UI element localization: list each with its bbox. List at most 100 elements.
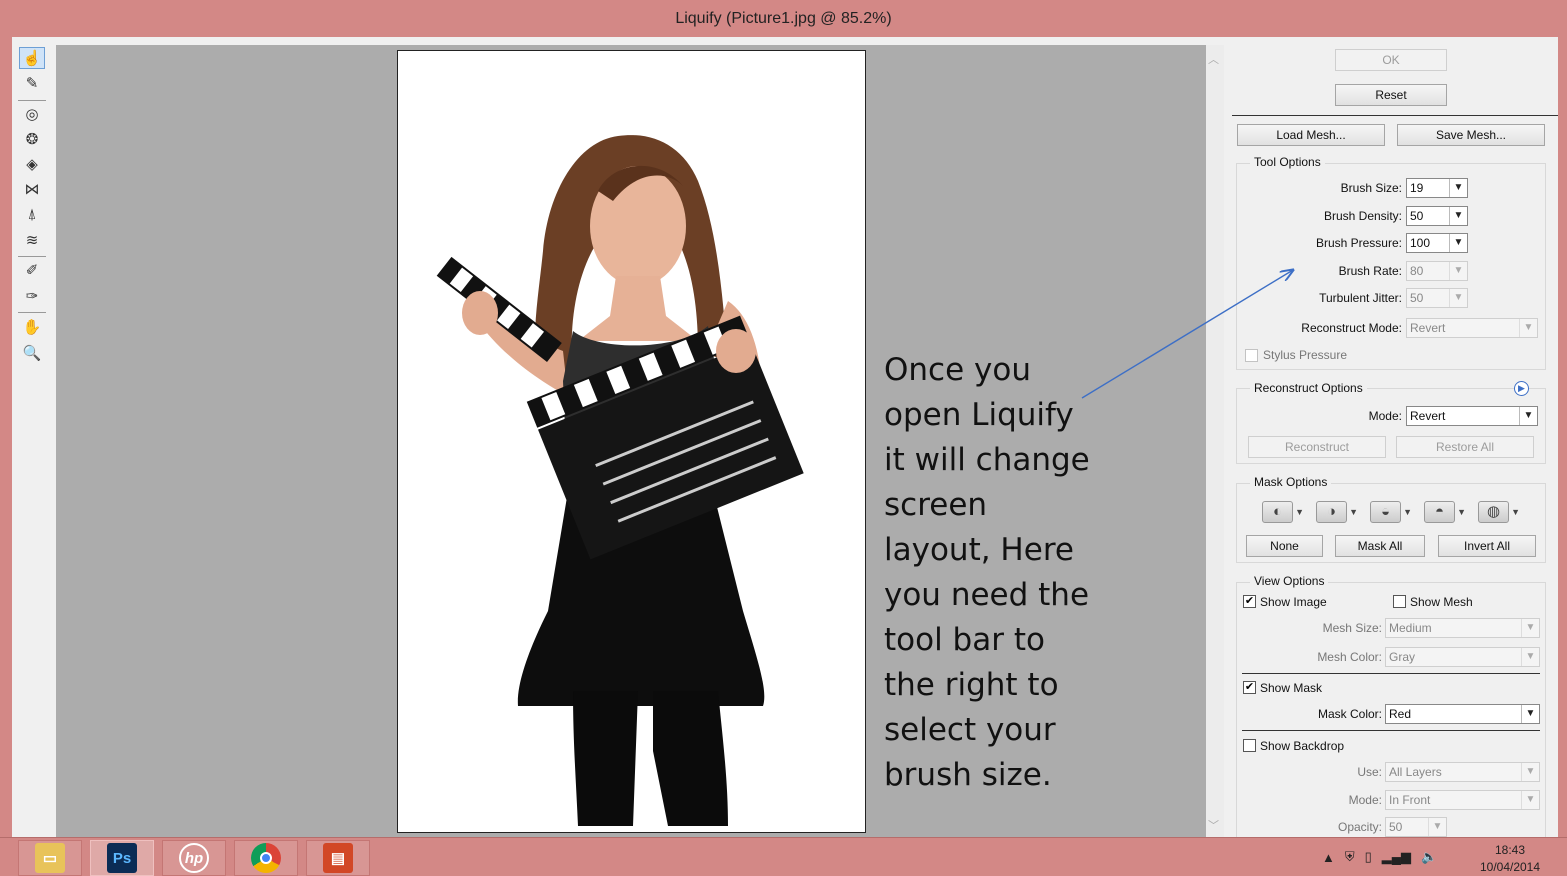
push-left-tool-icon[interactable]: ⋈	[19, 178, 45, 200]
taskbar-powerpoint[interactable]: ▤	[306, 840, 370, 876]
mask-all-button[interactable]: Mask All	[1335, 535, 1425, 557]
brush-rate-value: 80	[1410, 264, 1424, 278]
mesh-size-value: Medium	[1389, 621, 1432, 635]
chevron-down-icon[interactable]: ▼	[1449, 262, 1467, 280]
zoom-tool-icon[interactable]: 🔍	[19, 342, 45, 364]
mesh-color-select[interactable]: Gray ▼	[1385, 647, 1540, 667]
chevron-down-icon[interactable]: ▼	[1428, 818, 1446, 836]
battery-icon[interactable]: ▯	[1365, 849, 1372, 865]
windows-taskbar: ▭ Ps hp ▤ ▲ ⛨ ▯ ▂▄▆ 🔈 18:43 10/04/2014	[0, 837, 1567, 876]
toolbox-separator	[18, 100, 46, 101]
reconstruct-mode-select[interactable]: Revert ▼	[1406, 318, 1538, 338]
mask-intersect-icon: ◓	[1424, 501, 1456, 523]
backdrop-mode-label: Mode:	[1348, 793, 1382, 807]
preview-image[interactable]	[397, 50, 866, 833]
forward-warp-tool-icon[interactable]: ☝	[19, 47, 45, 69]
scroll-up-icon[interactable]: ︿	[1208, 51, 1219, 67]
chevron-down-icon[interactable]: ▼	[1449, 234, 1467, 252]
reconstruct-tool-icon[interactable]: ✎	[19, 72, 45, 94]
chevron-down-icon[interactable]: ▼	[1519, 319, 1537, 337]
show-backdrop-checkbox[interactable]	[1243, 739, 1256, 752]
turbulent-jitter-field[interactable]: 50 ▼	[1406, 288, 1468, 308]
mask-none-button[interactable]: None	[1246, 535, 1323, 557]
reset-button[interactable]: Reset	[1335, 84, 1447, 106]
intersect-mask-button[interactable]: ◓ ▼	[1424, 500, 1466, 524]
taskbar-photoshop[interactable]: Ps	[90, 840, 154, 876]
hand-tool-icon[interactable]: ✋	[19, 316, 45, 338]
chevron-down-icon[interactable]: ▼	[1449, 179, 1467, 197]
brush-pressure-label: Brush Pressure:	[1315, 236, 1402, 250]
restore-all-button[interactable]: Restore All	[1396, 436, 1534, 458]
options-panel: OK Reset Load Mesh... Save Mesh... Tool …	[1232, 37, 1558, 844]
liquify-toolbox: ☝ ✎ ◎ ❂ ◈ ⋈ ⍋ ≋ ✐ ✑ ✋ 🔍	[12, 37, 54, 837]
scroll-down-icon[interactable]: ﹀	[1208, 817, 1219, 833]
show-mesh-checkbox[interactable]	[1393, 595, 1406, 608]
brush-rate-field[interactable]: 80 ▼	[1406, 261, 1468, 281]
freeze-mask-tool-icon[interactable]: ✐	[19, 259, 45, 281]
bloat-tool-icon[interactable]: ◈	[19, 153, 45, 175]
network-signal-icon[interactable]: ▂▄▆	[1382, 849, 1411, 865]
use-value: All Layers	[1389, 765, 1442, 779]
chevron-down-icon: ▼	[1511, 507, 1520, 517]
brush-density-value: 50	[1410, 209, 1424, 223]
taskbar-chrome[interactable]	[234, 840, 298, 876]
subtract-from-mask-button[interactable]: ◒ ▼	[1370, 500, 1412, 524]
chevron-down-icon[interactable]: ▼	[1521, 648, 1539, 666]
clock-time: 18:43	[1494, 843, 1526, 857]
opacity-field[interactable]: 50 ▼	[1385, 817, 1447, 837]
show-hidden-icons-icon[interactable]: ▲	[1322, 850, 1335, 865]
mirror-tool-icon[interactable]: ⍋	[19, 203, 45, 225]
turbulence-tool-icon[interactable]: ≋	[19, 229, 45, 251]
pucker-tool-icon[interactable]: ❂	[19, 128, 45, 150]
chevron-down-icon[interactable]: ▼	[1449, 207, 1467, 225]
brush-density-label: Brush Density:	[1323, 209, 1402, 223]
chevron-down-icon: ▼	[1295, 507, 1304, 517]
invert-all-button[interactable]: Invert All	[1438, 535, 1536, 557]
mesh-size-select[interactable]: Medium ▼	[1385, 618, 1540, 638]
twirl-clockwise-tool-icon[interactable]: ◎	[19, 103, 45, 125]
add-to-mask-button[interactable]: ◑ ▼	[1316, 500, 1358, 524]
chevron-down-icon: ▼	[1349, 507, 1358, 517]
thaw-mask-tool-icon[interactable]: ✑	[19, 285, 45, 307]
mask-invert-icon: ◍	[1478, 501, 1510, 523]
chevron-down-icon[interactable]: ▼	[1521, 705, 1539, 723]
reconstruct-mode2-select[interactable]: Revert ▼	[1406, 406, 1538, 426]
mesh-size-label: Mesh Size:	[1322, 621, 1382, 635]
backdrop-mode-select[interactable]: In Front ▼	[1385, 790, 1540, 810]
view-options-title: View Options	[1250, 574, 1329, 588]
brush-pressure-field[interactable]: 100 ▼	[1406, 233, 1468, 253]
chevron-down-icon[interactable]: ▼	[1519, 407, 1537, 425]
canvas-scrollbar[interactable]: ︿ ﹀	[1206, 45, 1224, 837]
load-mesh-button[interactable]: Load Mesh...	[1237, 124, 1385, 146]
view-options-divider	[1242, 673, 1540, 674]
security-icon[interactable]: ⛨	[1345, 849, 1355, 865]
chrome-icon	[251, 843, 281, 873]
chevron-down-icon[interactable]: ▼	[1521, 791, 1539, 809]
mask-color-value: Red	[1389, 707, 1412, 721]
ok-button[interactable]: OK	[1335, 49, 1447, 71]
volume-icon[interactable]: 🔈	[1421, 849, 1437, 865]
mask-options-title: Mask Options	[1250, 475, 1332, 489]
show-mask-label: Show Mask	[1260, 681, 1323, 695]
mask-color-select[interactable]: Red ▼	[1385, 704, 1540, 724]
woman-with-clapperboard-photo	[436, 135, 804, 826]
opacity-label: Opacity:	[1337, 820, 1382, 834]
chevron-down-icon[interactable]: ▼	[1521, 619, 1539, 637]
info-icon[interactable]: ▶	[1514, 381, 1529, 396]
replace-selection-mask-button[interactable]: ◐ ▼	[1262, 500, 1304, 524]
taskbar-hp[interactable]: hp	[162, 840, 226, 876]
chevron-down-icon[interactable]: ▼	[1449, 289, 1467, 307]
show-image-label: Show Image	[1260, 595, 1327, 609]
show-image-checkbox[interactable]: ✔	[1243, 595, 1256, 608]
invert-mask-button[interactable]: ◍ ▼	[1478, 500, 1520, 524]
chevron-down-icon[interactable]: ▼	[1521, 763, 1539, 781]
tutorial-annotation: Once you open Liquify it will change scr…	[884, 352, 1090, 793]
brush-density-field[interactable]: 50 ▼	[1406, 206, 1468, 226]
taskbar-clock[interactable]: 18:43 10/04/2014	[1470, 842, 1550, 876]
reconstruct-button[interactable]: Reconstruct	[1248, 436, 1386, 458]
brush-size-field[interactable]: 19 ▼	[1406, 178, 1468, 198]
show-mask-checkbox[interactable]: ✔	[1243, 681, 1256, 694]
save-mesh-button[interactable]: Save Mesh...	[1397, 124, 1545, 146]
taskbar-file-explorer[interactable]: ▭	[18, 840, 82, 876]
use-select[interactable]: All Layers ▼	[1385, 762, 1540, 782]
